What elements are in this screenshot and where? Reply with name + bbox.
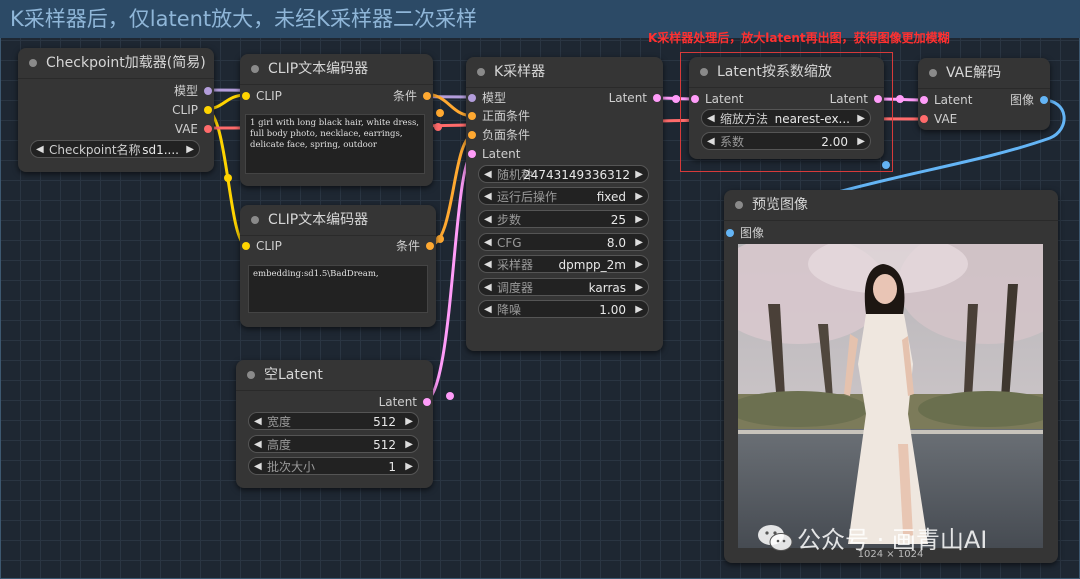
scheduler-combo[interactable]: ◀ 调度器 karras ▶ <box>478 278 649 296</box>
node-title[interactable]: Checkpoint加载器(简易) <box>18 48 214 79</box>
clip-text-encode-positive-node[interactable]: CLIP文本编码器 CLIP 条件 1 girl with long black… <box>240 54 433 186</box>
input-positive[interactable]: 正面条件 <box>466 108 530 124</box>
input-model[interactable]: 模型 <box>466 90 506 106</box>
ksampler-node[interactable]: K采样器 模型 正面条件 负面条件 Latent Latent ◀ 随机种 2474… <box>466 57 663 351</box>
node-collapse-dot[interactable] <box>929 69 937 77</box>
preview-image[interactable] <box>738 244 1043 548</box>
input-clip[interactable]: CLIP <box>240 88 282 104</box>
output-latent[interactable]: Latent <box>609 90 663 106</box>
right-arrow-icon[interactable]: ▶ <box>186 141 194 159</box>
node-collapse-dot[interactable] <box>247 371 255 379</box>
upscale-method-combo[interactable]: ◀ 缩放方法 nearest-ex... ▶ <box>701 109 871 127</box>
vae-decode-node[interactable]: VAE解码 Latent VAE 图像 <box>918 58 1050 130</box>
node-title[interactable]: VAE解码 <box>918 58 1050 89</box>
sampler-combo[interactable]: ◀ 采样器 dpmpp_2m ▶ <box>478 255 649 273</box>
output-model[interactable]: 模型 <box>174 83 214 99</box>
latent-upscale-by-node[interactable]: Latent按系数缩放 Latent Latent ◀ 缩放方法 nearest-e… <box>689 57 884 159</box>
seed-stepper[interactable]: ◀ 随机种 247431493363​12 ▶ <box>478 165 649 183</box>
scale-by-stepper[interactable]: ◀ 系数 2.00 ▶ <box>701 132 871 150</box>
node-collapse-dot[interactable] <box>700 68 708 76</box>
output-conditioning[interactable]: 条件 <box>396 238 436 254</box>
cfg-stepper[interactable]: ◀ CFG 8.0 ▶ <box>478 233 649 251</box>
height-stepper[interactable]: ◀ 高度 512 ▶ <box>248 435 419 453</box>
output-conditioning[interactable]: 条件 <box>393 88 433 104</box>
node-collapse-dot[interactable] <box>29 59 37 67</box>
watermark-text: 公众号 · 画青山AI <box>797 526 988 554</box>
left-arrow-icon[interactable]: ◀ <box>36 141 44 159</box>
input-samples[interactable]: Latent <box>918 92 972 108</box>
output-latent[interactable]: Latent <box>379 394 433 410</box>
prompt-textarea[interactable]: embedding:sd1.5\BadDream, <box>248 265 428 313</box>
node-collapse-dot[interactable] <box>735 201 743 209</box>
steps-stepper[interactable]: ◀ 步数 25 ▶ <box>478 210 649 228</box>
generated-girl-image <box>738 244 1043 548</box>
node-title[interactable]: Latent按系数缩放 <box>689 57 884 88</box>
annotation-text: K采样器处理后，放大latent再出图，获得图像更加模糊 <box>648 31 950 45</box>
batch-size-stepper[interactable]: ◀ 批次大小 1 ▶ <box>248 457 419 475</box>
node-title[interactable]: K采样器 <box>466 57 663 88</box>
output-image[interactable]: 图像 <box>1010 92 1050 108</box>
node-collapse-dot[interactable] <box>477 68 485 76</box>
input-images[interactable]: 图像 <box>724 225 764 241</box>
input-negative[interactable]: 负面条件 <box>466 127 530 143</box>
wechat-icon <box>758 525 793 551</box>
node-title[interactable]: 预览图像 <box>724 190 1058 221</box>
input-latent[interactable]: Latent <box>689 91 743 107</box>
output-latent[interactable]: Latent <box>830 91 884 107</box>
input-vae[interactable]: VAE <box>918 111 957 127</box>
denoise-stepper[interactable]: ◀ 降噪 1.00 ▶ <box>478 300 649 318</box>
prompt-textarea[interactable]: 1 girl with long black hair, white dress… <box>245 114 425 174</box>
input-clip[interactable]: CLIP <box>240 238 282 254</box>
output-vae[interactable]: VAE <box>175 121 214 137</box>
input-latent[interactable]: Latent <box>466 146 520 162</box>
ckpt-name-combo[interactable]: ◀ Checkpoint名称 sd1.... ▶ <box>30 140 200 158</box>
node-title[interactable]: CLIP文本编码器 <box>240 205 436 236</box>
node-collapse-dot[interactable] <box>251 216 259 224</box>
width-stepper[interactable]: ◀ 宽度 512 ▶ <box>248 412 419 430</box>
checkpoint-loader-node[interactable]: Checkpoint加载器(简易) 模型 CLIP VAE ◀ Checkpoi… <box>18 48 214 172</box>
empty-latent-node[interactable]: 空Latent Latent ◀ 宽度 512 ▶ ◀ 高度 512 ▶ ◀ 批次大小 1 ▶ <box>236 360 433 488</box>
node-collapse-dot[interactable] <box>251 65 259 73</box>
node-title[interactable]: CLIP文本编码器 <box>240 54 433 85</box>
clip-text-encode-negative-node[interactable]: CLIP文本编码器 CLIP 条件 embedding:sd1.5\BadDre… <box>240 205 436 327</box>
output-clip[interactable]: CLIP <box>172 102 214 118</box>
node-title[interactable]: 空Latent <box>236 360 433 391</box>
control-after-generate-combo[interactable]: ◀ 运行后操作 fixed ▶ <box>478 187 649 205</box>
